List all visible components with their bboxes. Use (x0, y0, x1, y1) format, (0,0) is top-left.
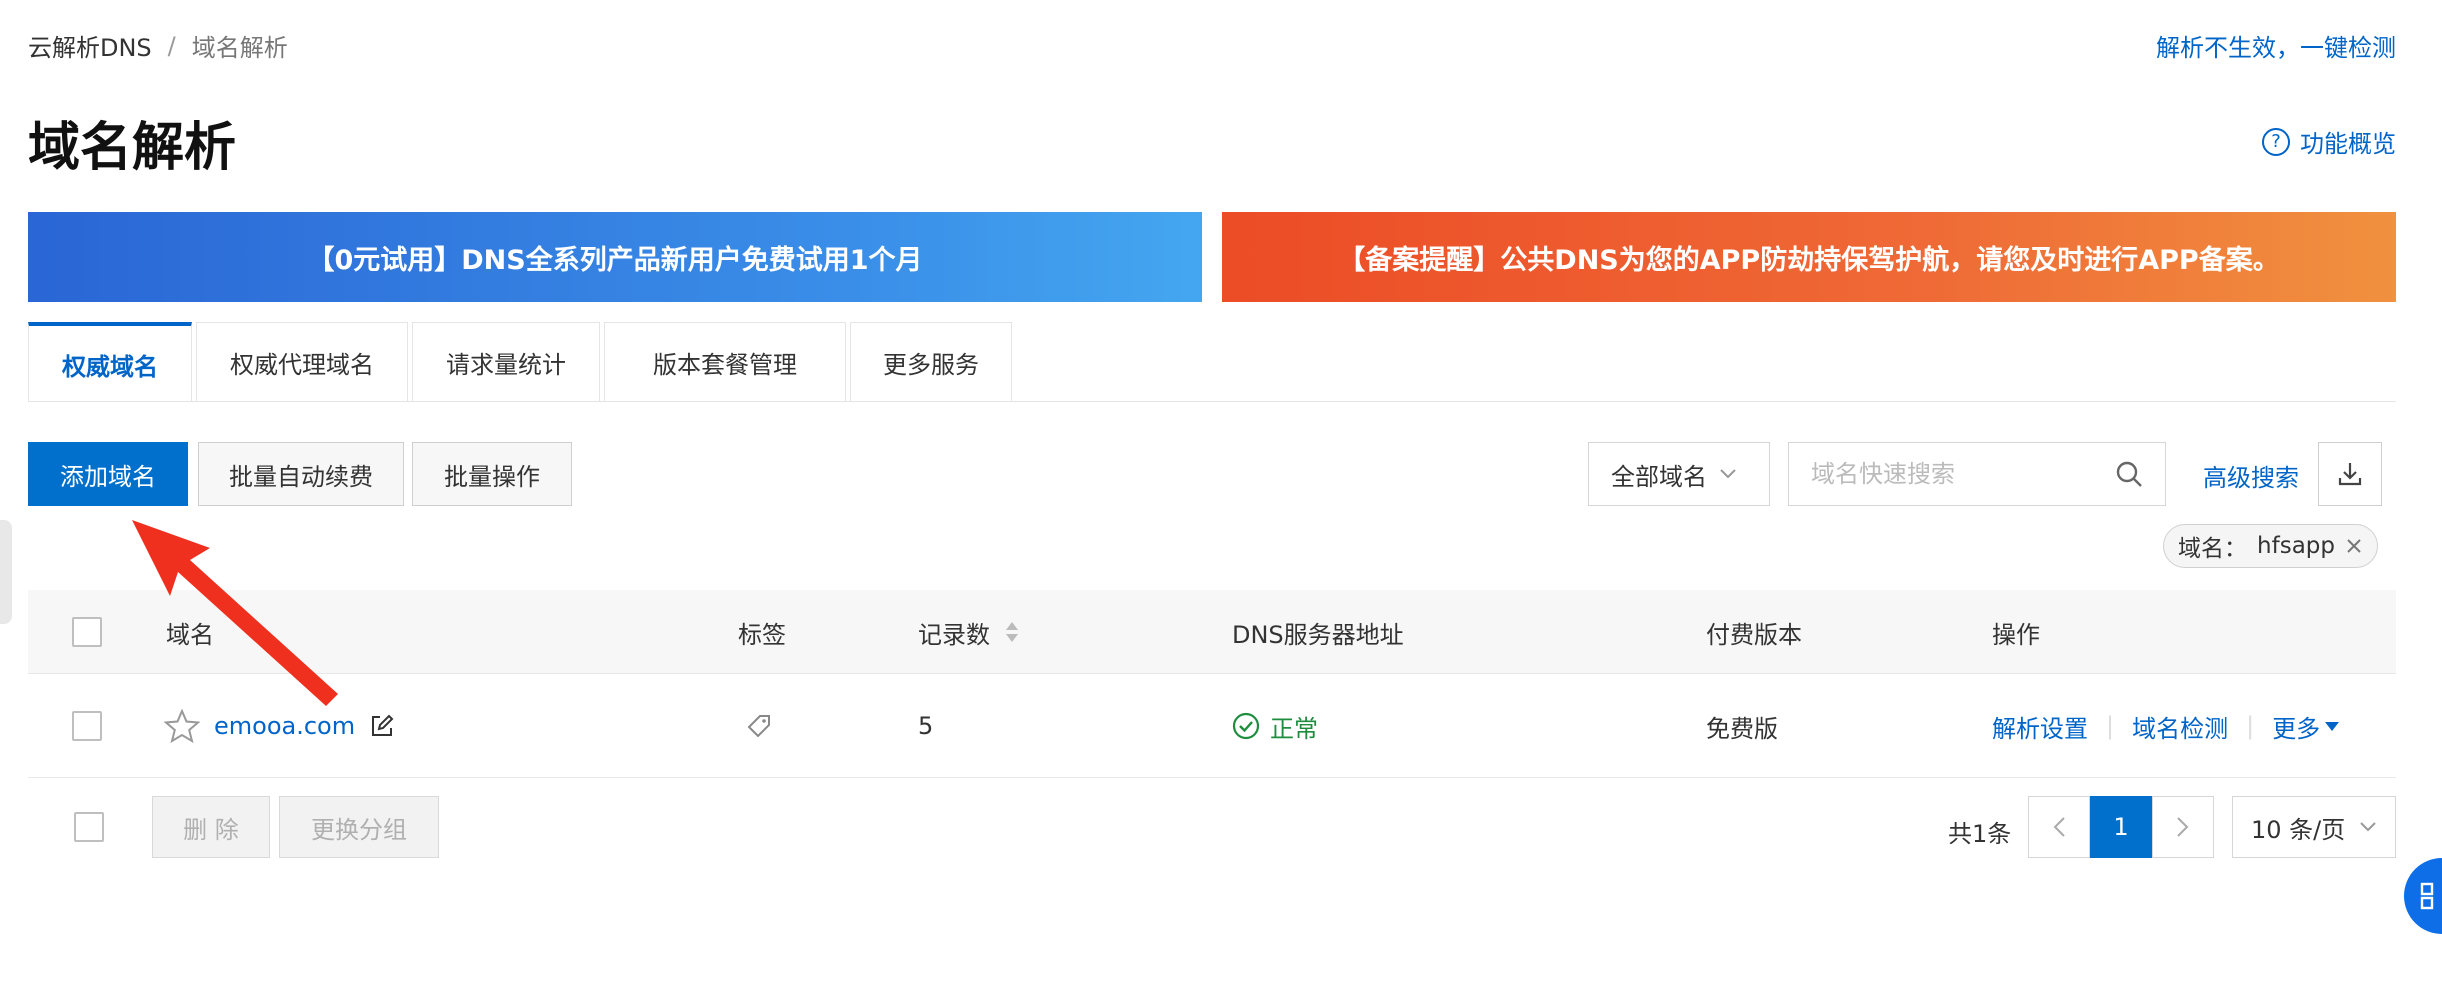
page-number-button[interactable]: 1 (2090, 796, 2152, 858)
select-all-cell (72, 590, 102, 674)
add-domain-button[interactable]: 添加域名 (28, 442, 188, 506)
help-circle-icon: ? (2262, 127, 2290, 156)
record-count: 5 (918, 712, 934, 740)
star-icon[interactable] (164, 709, 200, 743)
page-size-value: 10 条/页 (2251, 815, 2346, 844)
header-actions: 操作 (1992, 620, 2040, 649)
tab-label: 请求量统计 (446, 351, 566, 379)
tab-label: 权威代理域名 (230, 351, 374, 379)
action-divider: | (2106, 712, 2115, 740)
search-icon[interactable] (2115, 460, 2143, 488)
domain-link[interactable]: emooa.com (214, 712, 355, 740)
table-header: 域名 标签 记录数 DNS服务器地址 付费版本 操作 (28, 590, 2396, 674)
batch-operation-button[interactable]: 批量操作 (412, 442, 572, 506)
tab-label: 更多服务 (883, 351, 979, 379)
more-actions-label: 更多 (2272, 714, 2321, 743)
overview-label: 功能概览 (2300, 130, 2396, 158)
breadcrumb-separator: / (167, 31, 176, 60)
breadcrumb: 云解析DNS / 域名解析 (28, 28, 288, 63)
domain-filter-select[interactable]: 全部域名 (1588, 442, 1770, 506)
edit-icon[interactable] (369, 713, 395, 739)
delete-button[interactable]: 删 除 (152, 796, 270, 858)
domain-check-link[interactable]: 域名检测 (2132, 709, 2228, 744)
tab-request-stats[interactable]: 请求量统计 (412, 322, 600, 402)
sort-icon[interactable] (1004, 618, 1020, 646)
dns-status-cell: 正常 (1232, 674, 1318, 778)
chevron-down-icon (1720, 469, 1736, 479)
advanced-search-link[interactable]: 高级搜索 (2203, 458, 2299, 493)
filter-chip: 域名： hfsapp (2163, 524, 2378, 568)
tab-authoritative-domain[interactable]: 权威域名 (28, 322, 192, 402)
dns-settings-link[interactable]: 解析设置 (1992, 709, 2088, 744)
breadcrumb-root[interactable]: 云解析DNS (28, 28, 152, 63)
more-actions-dropdown[interactable]: 更多 (2272, 709, 2340, 744)
floating-help-button[interactable] (2404, 858, 2442, 934)
tab-label: 版本套餐管理 (653, 351, 797, 379)
footer-select-checkbox[interactable] (74, 812, 104, 842)
download-button[interactable] (2318, 442, 2382, 506)
edition-value: 免费版 (1706, 714, 1778, 743)
table-footer: 删 除 更换分组 共1条 1 10 条/页 (28, 778, 2396, 878)
caret-down-icon (2325, 722, 2340, 731)
header-dns-server: DNS服务器地址 (1232, 620, 1404, 649)
select-all-checkbox[interactable] (72, 617, 102, 647)
row-checkbox[interactable] (72, 711, 102, 741)
batch-renew-button[interactable]: 批量自动续费 (198, 442, 404, 506)
annotation-arrow-icon (132, 520, 338, 706)
next-page-button[interactable] (2152, 796, 2214, 858)
dns-status-text: 正常 (1270, 714, 1318, 743)
chevron-left-icon (2053, 817, 2065, 837)
page-size-select[interactable]: 10 条/页 (2232, 796, 2396, 858)
trial-banner-text: 【0元试用】DNS全系列产品新用户免费试用1个月 (307, 244, 923, 276)
filter-chip-value: hfsapp (2257, 533, 2335, 559)
action-divider: | (2246, 712, 2255, 740)
filing-banner-text: 【备案提醒】公共DNS为您的APP防劫持保驾护航，请您及时进行APP备案。 (1338, 244, 2280, 276)
row-select-cell (72, 674, 102, 778)
filter-chip-label: 域名： (2178, 536, 2248, 562)
tab-divider (28, 401, 2396, 402)
download-icon (2338, 463, 2362, 486)
tag-cell (746, 674, 772, 778)
actions-cell: 解析设置 | 域名检测 | 更多 (1992, 674, 2340, 778)
domain-search-input[interactable] (1811, 460, 2111, 488)
total-count: 共1条 (1948, 820, 2012, 848)
header-edition: 付费版本 (1706, 620, 1802, 649)
chevron-down-icon (2360, 822, 2376, 832)
tab-more-services[interactable]: 更多服务 (850, 322, 1012, 402)
domain-filter-value: 全部域名 (1611, 462, 1707, 491)
filing-banner[interactable]: 【备案提醒】公共DNS为您的APP防劫持保驾护航，请您及时进行APP备案。 (1222, 212, 2396, 302)
trial-banner[interactable]: 【0元试用】DNS全系列产品新用户免费试用1个月 (28, 212, 1202, 302)
prev-page-button[interactable] (2028, 796, 2090, 858)
domain-search-box (1788, 442, 2166, 506)
close-icon[interactable] (2345, 537, 2363, 555)
dns-check-link[interactable]: 解析不生效，一键检测 (2156, 28, 2396, 63)
side-collapse-tab[interactable] (0, 520, 12, 624)
change-group-button[interactable]: 更换分组 (279, 796, 439, 858)
header-records-label: 记录数 (918, 620, 990, 649)
chevron-right-icon (2177, 817, 2189, 837)
breadcrumb-current: 域名解析 (191, 34, 288, 62)
header-records[interactable]: 记录数 (918, 590, 1020, 674)
tab-plan-management[interactable]: 版本套餐管理 (604, 322, 846, 402)
tag-icon[interactable] (746, 713, 772, 739)
grid-icon (2420, 882, 2434, 910)
tab-proxy-domain[interactable]: 权威代理域名 (196, 322, 408, 402)
header-tag: 标签 (738, 620, 786, 649)
page-title: 域名解析 (28, 118, 237, 178)
check-circle-icon (1232, 712, 1260, 740)
table-row: emooa.com 5 正常 免费版 解析设置 | 域名检测 | 更多 (28, 674, 2396, 778)
tab-label: 权威域名 (62, 352, 158, 381)
overview-link[interactable]: ? 功能概览 (2262, 124, 2396, 159)
tab-bar: 权威域名 权威代理域名 请求量统计 版本套餐管理 更多服务 (28, 322, 1012, 402)
